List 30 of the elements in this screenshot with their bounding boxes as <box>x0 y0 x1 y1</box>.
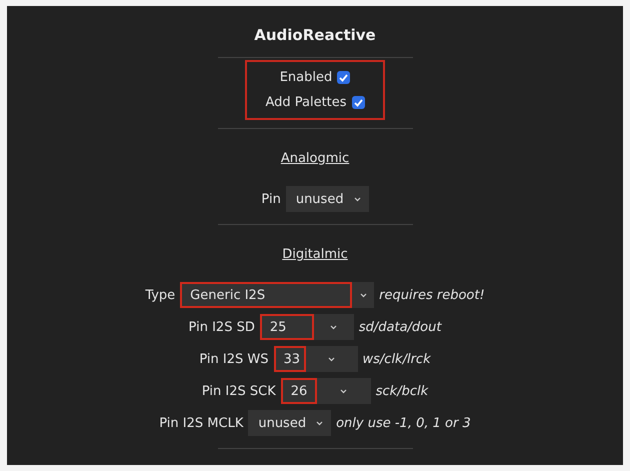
caret-icon <box>316 420 324 426</box>
field-label: Type <box>145 288 176 302</box>
select-field[interactable]: 33 <box>274 346 358 372</box>
select-field[interactable]: unused <box>248 410 332 436</box>
field-label: Pin I2S WS <box>199 352 269 366</box>
field-hint: ws/clk/lrck <box>362 352 431 366</box>
field-hint: requires reboot! <box>379 288 485 302</box>
field-hint: sck/bclk <box>376 384 428 398</box>
select-field[interactable]: unused <box>286 186 369 212</box>
field-label: Pin I2S MCLK <box>159 416 244 430</box>
field-label: Pin I2S SD <box>188 320 255 334</box>
field-hint: sd/data/dout <box>358 320 442 334</box>
field-label: Pin I2S SCK <box>202 384 276 398</box>
checkbox[interactable] <box>337 71 350 84</box>
page-title: AudioReactive <box>254 26 376 44</box>
section-heading: Digitalmic <box>282 247 348 262</box>
select-field[interactable]: 26 <box>280 378 371 404</box>
select-field[interactable]: Generic I2S <box>180 282 374 308</box>
caret-icon <box>360 292 367 298</box>
select-field[interactable]: 25 <box>260 314 354 340</box>
checkbox-label: Add Palettes <box>265 95 347 110</box>
caret-icon <box>340 388 348 394</box>
checkbox-label: Enabled <box>280 70 332 85</box>
caret-icon <box>354 196 361 202</box>
section-heading: Analogmic <box>280 151 350 166</box>
checkbox[interactable] <box>352 96 365 109</box>
caret-icon <box>330 324 338 330</box>
field-label: Pin <box>261 192 281 206</box>
field-hint: only use -1, 0, 1 or 3 <box>336 416 471 430</box>
caret-icon <box>328 356 336 362</box>
